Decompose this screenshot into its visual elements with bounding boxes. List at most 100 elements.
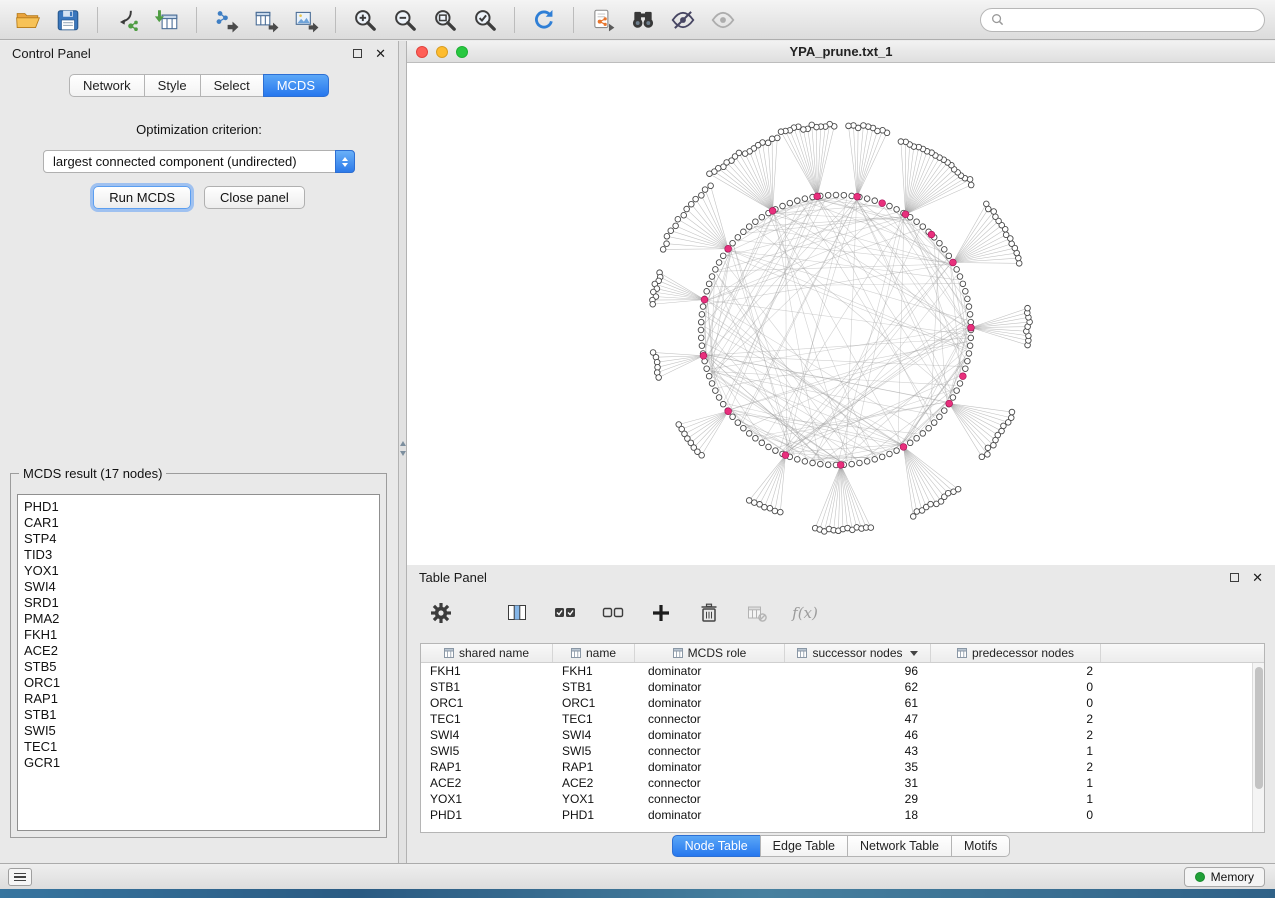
mcds-result-item[interactable]: CAR1 [24,515,379,531]
cell-shared-name[interactable]: YOX1 [421,791,553,807]
refresh-view-button[interactable] [526,4,562,36]
cell-mcds-role[interactable]: connector [635,775,785,791]
criterion-dropdown[interactable]: largest connected component (undirected) [43,150,355,173]
cell-mcds-role[interactable]: connector [635,711,785,727]
cell-predecessor-nodes[interactable]: 2 [931,711,1101,727]
tab-style[interactable]: Style [144,74,201,97]
tab-mcds[interactable]: MCDS [263,74,329,97]
minimize-window-button[interactable] [436,46,448,58]
zoom-out-button[interactable] [387,4,423,36]
cell-successor-nodes[interactable]: 61 [785,695,931,711]
cell-shared-name[interactable]: PHD1 [421,807,553,823]
cell-shared-name[interactable]: TEC1 [421,711,553,727]
delete-column-button[interactable] [695,599,723,627]
cell-successor-nodes[interactable]: 96 [785,663,931,679]
mcds-result-item[interactable]: PHD1 [24,499,379,515]
column-header-successor-nodes[interactable]: successor nodes [785,644,931,662]
mcds-result-item[interactable]: PMA2 [24,611,379,627]
column-header-name[interactable]: name [553,644,635,662]
memory-button[interactable]: Memory [1184,867,1265,887]
mcds-result-list[interactable]: PHD1 CAR1 STP4 TID3 YOX1 SWI4 SRD1 PMA2 … [17,494,380,831]
cell-name[interactable]: RAP1 [553,759,635,775]
cell-name[interactable]: ACE2 [553,775,635,791]
select-all-button[interactable] [551,599,579,627]
export-image-button[interactable] [288,4,324,36]
show-all-button[interactable] [705,4,741,36]
add-column-button[interactable] [647,599,675,627]
cell-name[interactable]: TEC1 [553,711,635,727]
cell-mcds-role[interactable]: dominator [635,695,785,711]
cell-predecessor-nodes[interactable]: 1 [931,775,1101,791]
hide-selected-button[interactable] [665,4,701,36]
cell-name[interactable]: SWI4 [553,727,635,743]
cell-name[interactable]: PHD1 [553,807,635,823]
zoom-in-button[interactable] [347,4,383,36]
table-row[interactable]: TEC1 TEC1 connector 47 2 [421,711,1264,727]
cell-name[interactable]: ORC1 [553,695,635,711]
tab-select[interactable]: Select [200,74,264,97]
table-row[interactable]: SWI5 SWI5 connector 43 1 [421,743,1264,759]
table-settings-button[interactable] [427,599,455,627]
save-session-button[interactable] [50,4,86,36]
cell-successor-nodes[interactable]: 35 [785,759,931,775]
cell-shared-name[interactable]: FKH1 [421,663,553,679]
cell-successor-nodes[interactable]: 62 [785,679,931,695]
column-header-mcds-role[interactable]: MCDS role [635,644,785,662]
cell-shared-name[interactable]: SWI5 [421,743,553,759]
table-row[interactable]: ACE2 ACE2 connector 31 1 [421,775,1264,791]
float-panel-button[interactable] [353,49,362,58]
zoom-fit-button[interactable] [427,4,463,36]
mcds-result-item[interactable]: SWI4 [24,579,379,595]
cell-mcds-role[interactable]: dominator [635,663,785,679]
mcds-result-item[interactable]: STB5 [24,659,379,675]
cell-predecessor-nodes[interactable]: 2 [931,727,1101,743]
mcds-result-item[interactable]: YOX1 [24,563,379,579]
table-row[interactable]: SWI4 SWI4 dominator 46 2 [421,727,1264,743]
close-window-button[interactable] [416,46,428,58]
network-canvas[interactable] [407,63,1275,565]
tab-node-table[interactable]: Node Table [672,835,761,857]
cell-mcds-role[interactable]: dominator [635,679,785,695]
tab-edge-table[interactable]: Edge Table [760,835,848,857]
mcds-result-item[interactable]: STB1 [24,707,379,723]
cell-shared-name[interactable]: ACE2 [421,775,553,791]
import-network-button[interactable] [109,4,145,36]
run-mcds-button[interactable]: Run MCDS [93,186,191,209]
cell-mcds-role[interactable]: dominator [635,759,785,775]
export-table-button[interactable] [248,4,284,36]
cell-successor-nodes[interactable]: 29 [785,791,931,807]
table-row[interactable]: RAP1 RAP1 dominator 35 2 [421,759,1264,775]
table-scrollbar-thumb[interactable] [1255,667,1263,789]
cell-successor-nodes[interactable]: 46 [785,727,931,743]
cell-shared-name[interactable]: SWI4 [421,727,553,743]
mcds-result-item[interactable]: SWI5 [24,723,379,739]
cell-shared-name[interactable]: RAP1 [421,759,553,775]
cell-successor-nodes[interactable]: 43 [785,743,931,759]
cell-name[interactable]: YOX1 [553,791,635,807]
mcds-result-item[interactable]: TEC1 [24,739,379,755]
cell-successor-nodes[interactable]: 47 [785,711,931,727]
close-panel-button[interactable]: Close panel [204,186,305,209]
mcds-result-item[interactable]: FKH1 [24,627,379,643]
cell-name[interactable]: FKH1 [553,663,635,679]
mcds-result-item[interactable]: ORC1 [24,675,379,691]
tab-motifs[interactable]: Motifs [951,835,1010,857]
cell-successor-nodes[interactable]: 18 [785,807,931,823]
mcds-result-item[interactable]: RAP1 [24,691,379,707]
open-session-button[interactable] [10,4,46,36]
cell-predecessor-nodes[interactable]: 2 [931,759,1101,775]
float-table-panel-button[interactable] [1230,573,1239,582]
mcds-result-item[interactable]: TID3 [24,547,379,563]
zoom-selected-button[interactable] [467,4,503,36]
find-button[interactable] [625,4,661,36]
mcds-result-item[interactable]: GCR1 [24,755,379,771]
deselect-all-button[interactable] [599,599,627,627]
mcds-result-item[interactable]: STP4 [24,531,379,547]
cell-mcds-role[interactable]: connector [635,743,785,759]
mcds-result-item[interactable]: ACE2 [24,643,379,659]
tab-network-table[interactable]: Network Table [847,835,952,857]
cell-mcds-role[interactable]: dominator [635,727,785,743]
search-input[interactable] [1010,13,1254,27]
close-table-panel-icon[interactable] [1252,571,1263,584]
cell-predecessor-nodes[interactable]: 0 [931,679,1101,695]
